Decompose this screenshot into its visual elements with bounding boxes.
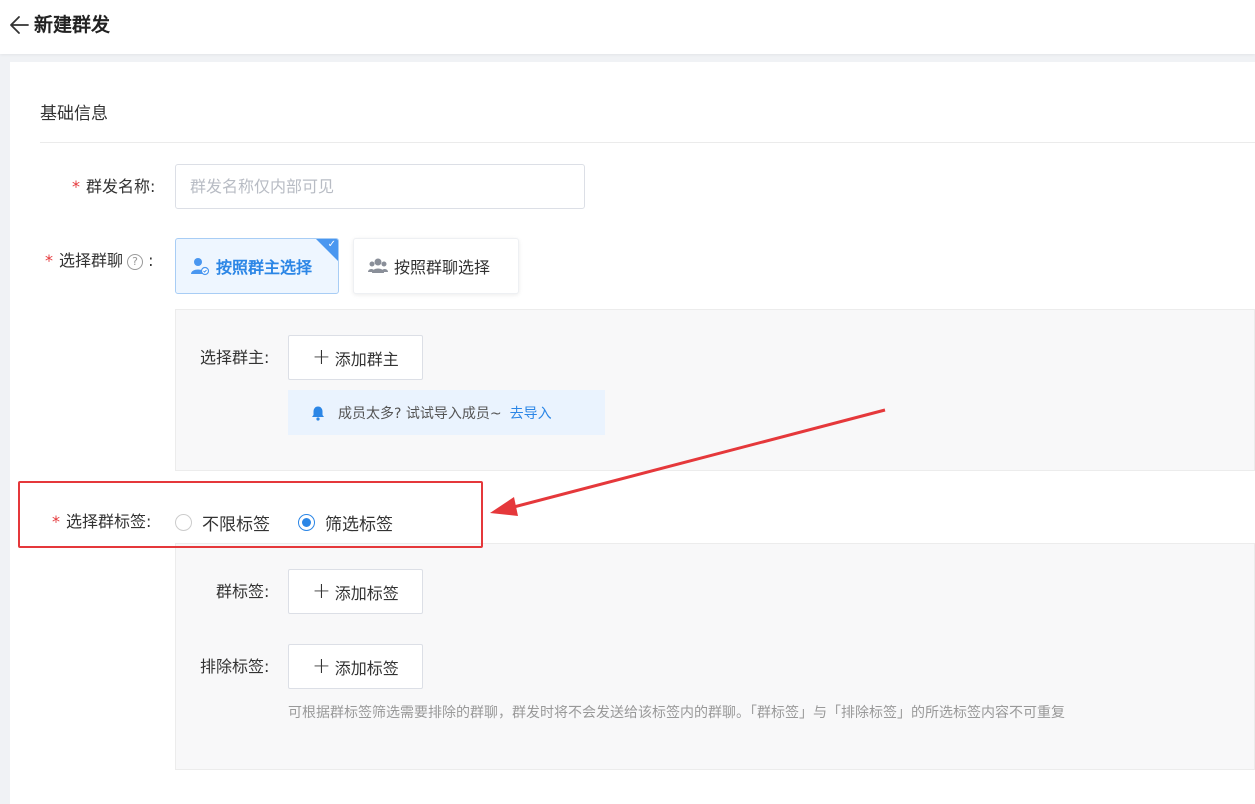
add-tag-button[interactable]: + 添加标签	[288, 569, 423, 614]
section-title-basic: 基础信息	[40, 104, 108, 124]
section-divider	[40, 142, 1255, 143]
required-mark: *	[45, 251, 53, 270]
form-card: 基础信息 *群发名称: *选择群聊? : 按照群主选择 ✓ 按照群聊选择	[10, 62, 1255, 804]
exclude-tag-label: 排除标签:	[200, 657, 270, 676]
page-header: 新建群发	[0, 0, 1255, 54]
bell-icon	[312, 406, 324, 421]
choice-by-owner[interactable]: 按照群主选择 ✓	[175, 238, 339, 294]
radio-circle[interactable]	[175, 514, 192, 531]
choice-by-group[interactable]: 按照群聊选择	[353, 238, 519, 294]
import-link[interactable]: 去导入	[510, 403, 552, 423]
radio-filter[interactable]: 筛选标签	[298, 510, 393, 535]
help-icon[interactable]: ?	[127, 254, 144, 270]
users-icon	[368, 258, 388, 273]
radio-circle-checked[interactable]	[298, 514, 315, 531]
import-tip: 成员太多? 试试导入成员~ 去导入	[288, 390, 605, 435]
plus-icon: +	[312, 344, 331, 370]
plus-icon: +	[312, 578, 331, 604]
name-label: * 群发名称:	[72, 177, 156, 196]
exclude-tag-hint: 可根据群标签筛选需要排除的群聊，群发时将不会发送给该标签内的群聊。「群标签」与「…	[288, 705, 1065, 721]
page-title: 新建群发	[34, 14, 111, 36]
tag-label: * 选择群标签:	[52, 512, 152, 531]
group-tag-label: 群标签:	[216, 582, 270, 601]
group-label: * 选择群聊? :	[45, 251, 154, 270]
radio-unlimited[interactable]: 不限标签	[175, 510, 270, 535]
name-input[interactable]	[175, 164, 585, 209]
required-mark: *	[72, 177, 80, 196]
owner-label: 选择群主:	[200, 348, 270, 367]
tag-radio-group: 不限标签 筛选标签	[175, 510, 421, 535]
required-mark: *	[52, 512, 60, 531]
arrow-left-icon[interactable]	[8, 12, 32, 38]
plus-icon: +	[312, 653, 331, 679]
add-owner-button[interactable]: + 添加群主	[288, 335, 423, 380]
check-icon: ✓	[327, 239, 336, 250]
add-exclude-tag-button[interactable]: + 添加标签	[288, 644, 423, 689]
user-icon	[191, 258, 210, 276]
